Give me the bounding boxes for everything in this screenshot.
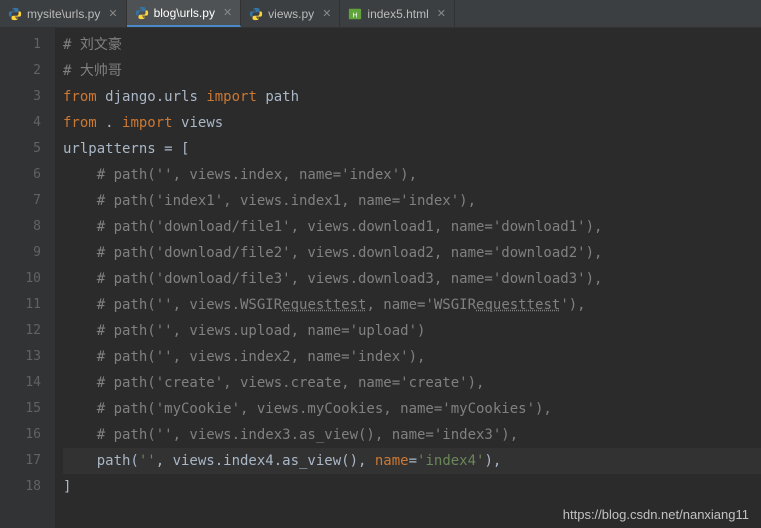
close-icon[interactable]: ✕ xyxy=(437,7,446,20)
gutter: 1 2 3 4 5 6 7 8 9 10 11 12 13 14 15 16 1… xyxy=(0,28,55,528)
svg-text:H: H xyxy=(353,12,358,19)
code-line: # path('', views.index, name='index'), xyxy=(63,162,761,188)
code-line: # path('', views.index2, name='index'), xyxy=(63,344,761,370)
code-area[interactable]: # 刘文豪 # 大帅哥 from django.urls import path… xyxy=(55,28,761,528)
watermark: https://blog.csdn.net/nanxiang11 xyxy=(563,507,749,522)
code-line: # path('', views.WSGIRequesttest, name='… xyxy=(63,292,761,318)
code-line: # 大帅哥 xyxy=(63,58,761,84)
code-line: urlpatterns = [ xyxy=(63,136,761,162)
line-number: 6 xyxy=(0,162,41,188)
code-line: # path('', views.upload, name='upload') xyxy=(63,318,761,344)
line-number: 11 xyxy=(0,292,41,318)
tab-label: mysite\urls.py xyxy=(27,7,100,21)
line-number: 16 xyxy=(0,422,41,448)
line-number: 12 xyxy=(0,318,41,344)
close-icon[interactable]: ✕ xyxy=(322,7,331,20)
line-number: 9 xyxy=(0,240,41,266)
close-icon[interactable]: ✕ xyxy=(223,6,232,19)
line-number: 13 xyxy=(0,344,41,370)
code-line-active: path('', views.index4.as_view(), name='i… xyxy=(63,448,761,474)
code-line: # path('create', views.create, name='cre… xyxy=(63,370,761,396)
line-number: 7 xyxy=(0,188,41,214)
line-number: 2 xyxy=(0,58,41,84)
line-number: 5 xyxy=(0,136,41,162)
html-icon: H xyxy=(348,7,362,21)
code-line: # path('myCookie', views.myCookies, name… xyxy=(63,396,761,422)
line-number: 14 xyxy=(0,370,41,396)
code-line: # path('download/file1', views.download1… xyxy=(63,214,761,240)
code-line: from . import views xyxy=(63,110,761,136)
python-icon xyxy=(249,7,263,21)
code-line: # path('download/file3', views.download3… xyxy=(63,266,761,292)
code-line: # path('', views.index3.as_view(), name=… xyxy=(63,422,761,448)
tab-bar: mysite\urls.py ✕ blog\urls.py ✕ views.py… xyxy=(0,0,761,28)
line-number: 3 xyxy=(0,84,41,110)
code-line: # path('index1', views.index1, name='ind… xyxy=(63,188,761,214)
line-number: 4 xyxy=(0,110,41,136)
line-number: 10 xyxy=(0,266,41,292)
python-icon xyxy=(8,7,22,21)
tab-label: views.py xyxy=(268,7,314,21)
line-number: 17 xyxy=(0,448,41,474)
tab-label: index5.html xyxy=(367,7,428,21)
python-icon xyxy=(135,6,149,20)
line-number: 15 xyxy=(0,396,41,422)
tab-label: blog\urls.py xyxy=(154,6,215,20)
line-number: 8 xyxy=(0,214,41,240)
code-line: ] xyxy=(63,474,761,500)
tab-mysite-urls[interactable]: mysite\urls.py ✕ xyxy=(0,0,127,27)
line-number: 18 xyxy=(0,474,41,500)
editor-area: 1 2 3 4 5 6 7 8 9 10 11 12 13 14 15 16 1… xyxy=(0,28,761,528)
code-line: # path('download/file2', views.download2… xyxy=(63,240,761,266)
code-line: # 刘文豪 xyxy=(63,32,761,58)
tab-views[interactable]: views.py ✕ xyxy=(241,0,340,27)
tab-blog-urls[interactable]: blog\urls.py ✕ xyxy=(127,0,242,27)
line-number: 1 xyxy=(0,32,41,58)
code-line: from django.urls import path xyxy=(63,84,761,110)
tab-index5-html[interactable]: H index5.html ✕ xyxy=(340,0,455,27)
close-icon[interactable]: ✕ xyxy=(108,7,117,20)
